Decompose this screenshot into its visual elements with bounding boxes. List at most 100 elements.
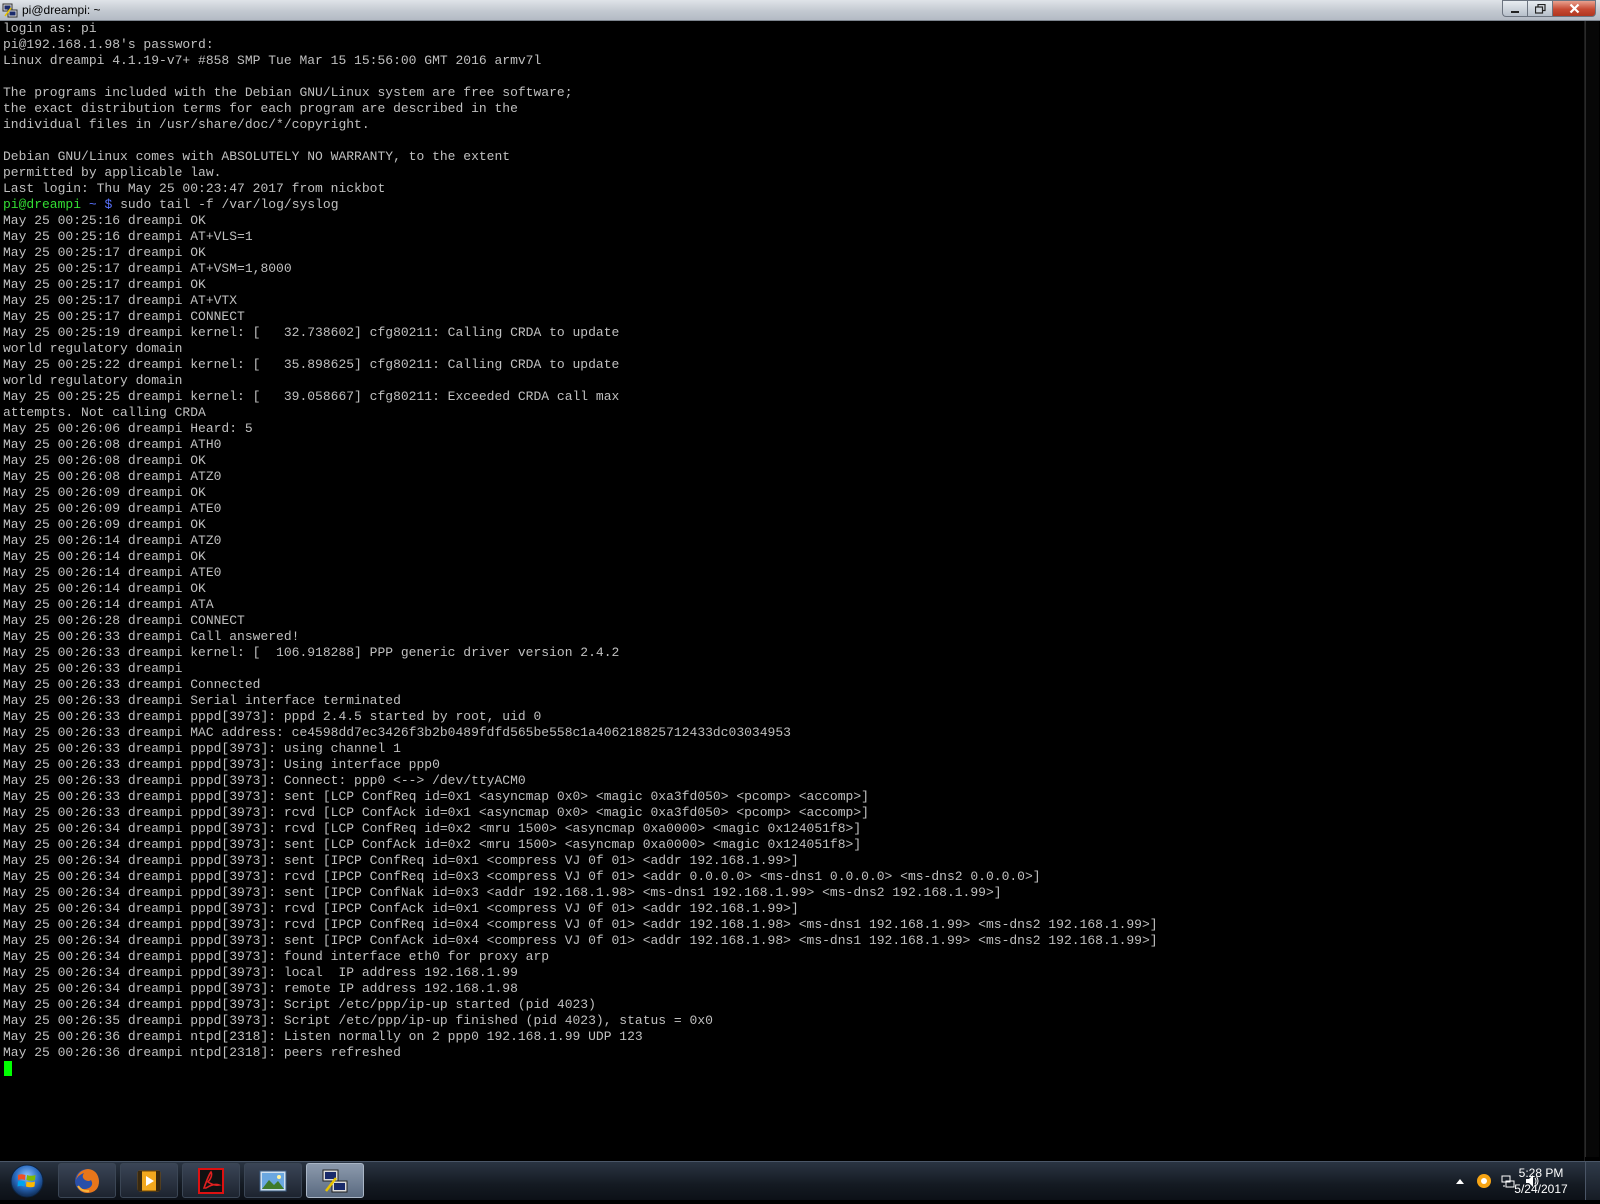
tray-update-icon[interactable] bbox=[1476, 1173, 1492, 1189]
pdf-reader-icon bbox=[198, 1167, 224, 1194]
terminal-line: May 25 00:26:33 dreampi pppd[3973]: sent… bbox=[3, 789, 869, 804]
terminal-line: the exact distribution terms for each pr… bbox=[3, 101, 518, 116]
terminal-line: May 25 00:26:34 dreampi pppd[3973]: remo… bbox=[3, 981, 518, 996]
terminal-line: May 25 00:26:34 dreampi pppd[3973]: sent… bbox=[3, 853, 799, 868]
syslog-output: May 25 00:25:16 dreampi OK May 25 00:25:1… bbox=[0, 213, 1584, 1061]
taskbar-pdf-reader[interactable] bbox=[182, 1163, 240, 1198]
terminal-line: May 25 00:25:17 dreampi AT+VTX bbox=[3, 293, 238, 308]
terminal-output[interactable]: login as: pi pi@192.168.1.98's password: L… bbox=[0, 21, 1584, 1161]
maximize-button[interactable] bbox=[1527, 0, 1552, 17]
terminal-line: May 25 00:26:09 dreampi OK bbox=[3, 517, 206, 532]
terminal-line: May 25 00:26:33 dreampi Call answered! bbox=[3, 629, 300, 644]
terminal-login-block: login as: pi pi@192.168.1.98's password: L… bbox=[0, 21, 1584, 197]
window-title: pi@dreampi: ~ bbox=[22, 3, 101, 17]
terminal-line: May 25 00:26:35 dreampi pppd[3973]: Scri… bbox=[3, 1013, 713, 1028]
terminal-line: May 25 00:26:08 dreampi OK bbox=[3, 453, 206, 468]
putty-icon bbox=[322, 1169, 348, 1192]
firefox-icon bbox=[75, 1168, 99, 1193]
taskbar-clock[interactable]: 5:28 PM 5/24/2017 bbox=[1506, 1165, 1576, 1197]
terminal-line: May 25 00:26:33 dreampi MAC address: ce4… bbox=[3, 725, 791, 740]
restore-icon bbox=[1534, 3, 1546, 14]
terminal-cursor bbox=[4, 1061, 12, 1076]
media-player-icon bbox=[137, 1170, 161, 1191]
terminal-line: May 25 00:26:06 dreampi Heard: 5 bbox=[3, 421, 253, 436]
chevron-up-icon bbox=[1456, 1179, 1464, 1184]
close-icon bbox=[1569, 3, 1579, 14]
image-viewer-icon bbox=[259, 1170, 287, 1191]
prompt-command: sudo tail -f /var/log/syslog bbox=[120, 197, 339, 212]
terminal-line: May 25 00:26:28 dreampi CONNECT bbox=[3, 613, 245, 628]
terminal-line: May 25 00:25:17 dreampi OK bbox=[3, 245, 206, 260]
terminal-line: May 25 00:25:16 dreampi OK bbox=[3, 213, 206, 228]
terminal-line: May 25 00:26:14 dreampi OK bbox=[3, 581, 206, 596]
terminal-line: attempts. Not calling CRDA bbox=[3, 405, 206, 420]
terminal-line: May 25 00:26:14 dreampi ATE0 bbox=[3, 565, 222, 580]
terminal-line: May 25 00:25:25 dreampi kernel: [ 39.058… bbox=[3, 389, 620, 404]
terminal-line: Last login: Thu May 25 00:23:47 2017 fro… bbox=[3, 181, 386, 196]
terminal-line: May 25 00:26:34 dreampi pppd[3973]: rcvd… bbox=[3, 821, 862, 836]
terminal-line: May 25 00:26:34 dreampi pppd[3973]: rcvd… bbox=[3, 901, 799, 916]
prompt-path: ~ bbox=[88, 197, 97, 212]
start-button[interactable] bbox=[6, 1163, 48, 1199]
terminal-line: May 25 00:25:17 dreampi OK bbox=[3, 277, 206, 292]
terminal-line: May 25 00:25:19 dreampi kernel: [ 32.738… bbox=[3, 325, 620, 340]
terminal-line: May 25 00:26:36 dreampi ntpd[2318]: peer… bbox=[3, 1045, 401, 1060]
windows-start-icon bbox=[10, 1164, 44, 1198]
show-hidden-icons-button[interactable] bbox=[1452, 1173, 1468, 1189]
terminal-line: May 25 00:25:22 dreampi kernel: [ 35.898… bbox=[3, 357, 620, 372]
prompt-symbol: $ bbox=[104, 197, 113, 212]
clock-date: 5/24/2017 bbox=[1514, 1182, 1568, 1196]
terminal-line: May 25 00:26:08 dreampi ATZ0 bbox=[3, 469, 222, 484]
terminal-line: Debian GNU/Linux comes with ABSOLUTELY N… bbox=[3, 149, 511, 164]
terminal-line: May 25 00:25:17 dreampi AT+VSM=1,8000 bbox=[3, 261, 292, 276]
terminal-line: pi@192.168.1.98's password: bbox=[3, 37, 214, 52]
terminal-line: May 25 00:26:34 dreampi pppd[3973]: Scri… bbox=[3, 997, 596, 1012]
terminal-scrollbar[interactable] bbox=[1584, 21, 1600, 1161]
terminal-line: May 25 00:26:33 dreampi pppd[3973]: Conn… bbox=[3, 773, 526, 788]
show-desktop-button[interactable] bbox=[1585, 1162, 1600, 1200]
terminal-line: May 25 00:26:34 dreampi pppd[3973]: foun… bbox=[3, 949, 550, 964]
terminal-line: May 25 00:25:17 dreampi CONNECT bbox=[3, 309, 245, 324]
terminal-line: May 25 00:26:34 dreampi pppd[3973]: sent… bbox=[3, 837, 862, 852]
terminal-line: May 25 00:25:16 dreampi AT+VLS=1 bbox=[3, 229, 253, 244]
terminal-line: May 25 00:26:09 dreampi OK bbox=[3, 485, 206, 500]
terminal-line: May 25 00:26:33 dreampi Serial interface… bbox=[3, 693, 401, 708]
window-controls bbox=[1502, 0, 1596, 19]
terminal-line: May 25 00:26:36 dreampi ntpd[2318]: List… bbox=[3, 1029, 643, 1044]
terminal-line: May 25 00:26:34 dreampi pppd[3973]: sent… bbox=[3, 933, 1158, 948]
terminal-line: world regulatory domain bbox=[3, 341, 183, 356]
terminal-line: May 25 00:26:09 dreampi ATE0 bbox=[3, 501, 222, 516]
cursor-line bbox=[0, 1061, 1584, 1077]
taskbar-image-viewer[interactable] bbox=[244, 1163, 302, 1198]
terminal-line: May 25 00:26:33 dreampi kernel: [ 106.91… bbox=[3, 645, 620, 660]
taskbar-firefox[interactable] bbox=[58, 1163, 116, 1198]
terminal-line: May 25 00:26:33 dreampi pppd[3973]: Usin… bbox=[3, 757, 440, 772]
terminal-line: May 25 00:26:33 dreampi bbox=[3, 661, 183, 676]
terminal-line: May 25 00:26:14 dreampi ATZ0 bbox=[3, 533, 222, 548]
prompt-user: pi@dreampi bbox=[3, 197, 82, 212]
update-icon bbox=[1477, 1174, 1491, 1188]
terminal-line: May 25 00:26:34 dreampi pppd[3973]: sent… bbox=[3, 885, 1002, 900]
clock-time: 5:28 PM bbox=[1518, 1166, 1564, 1180]
terminal-line: May 25 00:26:33 dreampi pppd[3973]: usin… bbox=[3, 741, 401, 756]
terminal-line: The programs included with the Debian GN… bbox=[3, 85, 573, 100]
terminal-line: May 25 00:26:14 dreampi ATA bbox=[3, 597, 214, 612]
minimize-button[interactable] bbox=[1502, 0, 1527, 17]
taskbar: 5:28 PM 5/24/2017 bbox=[0, 1161, 1600, 1200]
window-titlebar[interactable]: pi@dreampi: ~ bbox=[0, 0, 1600, 21]
terminal-line: Linux dreampi 4.1.19-v7+ #858 SMP Tue Ma… bbox=[3, 53, 542, 68]
terminal-line: May 25 00:26:14 dreampi OK bbox=[3, 549, 206, 564]
terminal-line: individual files in /usr/share/doc/*/cop… bbox=[3, 117, 370, 132]
terminal-line: permitted by applicable law. bbox=[3, 165, 222, 180]
terminal-line: May 25 00:26:33 dreampi pppd[3973]: rcvd… bbox=[3, 805, 869, 820]
terminal-line: May 25 00:26:08 dreampi ATH0 bbox=[3, 437, 222, 452]
close-button[interactable] bbox=[1552, 0, 1596, 17]
taskbar-putty[interactable] bbox=[306, 1163, 364, 1198]
terminal-line: May 25 00:26:33 dreampi pppd[3973]: pppd… bbox=[3, 709, 542, 724]
terminal-line: May 25 00:26:34 dreampi pppd[3973]: rcvd… bbox=[3, 917, 1158, 932]
taskbar-media-player[interactable] bbox=[120, 1163, 178, 1198]
scrollbar-thumb[interactable] bbox=[1585, 21, 1599, 1157]
putty-icon[interactable] bbox=[2, 2, 18, 18]
